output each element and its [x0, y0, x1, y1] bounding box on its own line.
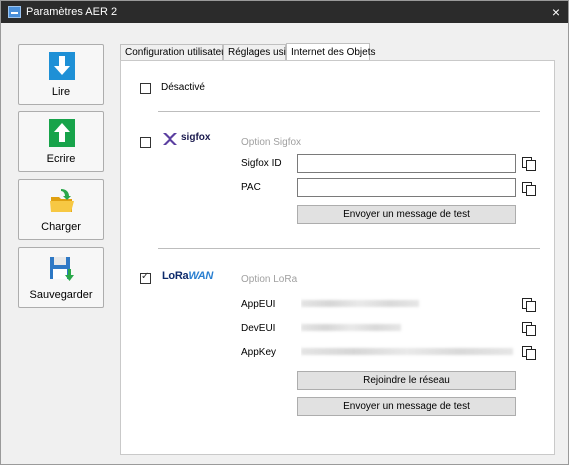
- iot-panel: [120, 60, 555, 455]
- divider: [158, 248, 540, 249]
- open-folder-icon: [50, 189, 74, 212]
- floppy-disk-icon: [50, 257, 74, 281]
- close-icon[interactable]: ×: [552, 4, 560, 20]
- lora-send-test-button[interactable]: Envoyer un message de test: [297, 397, 516, 416]
- lorawan-logo-accent: WAN: [188, 270, 214, 282]
- write-button-label: Ecrire: [46, 153, 76, 165]
- appeui-field[interactable]: [301, 295, 516, 311]
- appeui-label: AppEUI: [241, 299, 276, 310]
- tab-internet-of-things[interactable]: Internet des Objets: [286, 43, 376, 61]
- sigfox-id-field[interactable]: [297, 154, 516, 173]
- sigfox-logo-icon: [163, 133, 177, 145]
- copy-icon[interactable]: [521, 181, 536, 196]
- lorawan-logo: LoRaWAN: [162, 270, 213, 282]
- lora-checkbox[interactable]: [140, 271, 151, 284]
- disabled-label: Désactivé: [161, 82, 205, 93]
- pac-field[interactable]: [297, 178, 516, 197]
- appkey-label: AppKey: [241, 347, 277, 358]
- save-button[interactable]: Sauvegarder: [18, 247, 104, 308]
- divider: [158, 111, 540, 112]
- deveui-field[interactable]: [301, 319, 516, 335]
- copy-icon[interactable]: [521, 156, 536, 171]
- sigfox-logo-text: sigfox: [181, 132, 211, 143]
- sigfox-send-test-button[interactable]: Envoyer un message de test: [297, 205, 516, 224]
- window-title: Paramètres AER 2: [26, 6, 118, 18]
- sigfox-section-label: Option Sigfox: [241, 137, 302, 148]
- sigfox-id-label: Sigfox ID: [241, 158, 282, 169]
- upload-arrow-icon: [49, 119, 75, 147]
- read-button[interactable]: Lire: [18, 44, 104, 105]
- load-button[interactable]: Charger: [18, 179, 104, 240]
- disabled-checkbox[interactable]: [140, 83, 151, 94]
- lorawan-logo-main: LoRa: [162, 270, 189, 282]
- copy-icon[interactable]: [521, 297, 536, 312]
- deveui-label: DevEUI: [241, 323, 276, 334]
- read-button-label: Lire: [51, 86, 71, 98]
- save-button-label: Sauvegarder: [29, 289, 93, 301]
- settings-window: Paramètres AER 2 × Lire Ecrire Charger S…: [0, 0, 569, 465]
- copy-icon[interactable]: [521, 321, 536, 336]
- appkey-field[interactable]: [301, 343, 516, 359]
- tab-factory-settings[interactable]: Réglages usine: [223, 44, 297, 61]
- download-arrow-icon: [49, 52, 75, 80]
- app-icon: [8, 6, 21, 18]
- sigfox-checkbox[interactable]: [140, 137, 151, 148]
- join-network-button[interactable]: Rejoindre le réseau: [297, 371, 516, 390]
- load-button-label: Charger: [41, 221, 81, 233]
- copy-icon[interactable]: [521, 345, 536, 360]
- pac-label: PAC: [241, 182, 261, 193]
- write-button[interactable]: Ecrire: [18, 111, 104, 172]
- title-bar: Paramètres AER 2 ×: [1, 1, 568, 23]
- lora-section-label: Option LoRa: [241, 274, 298, 285]
- tab-user-configuration[interactable]: Configuration utilisateur: [120, 44, 230, 61]
